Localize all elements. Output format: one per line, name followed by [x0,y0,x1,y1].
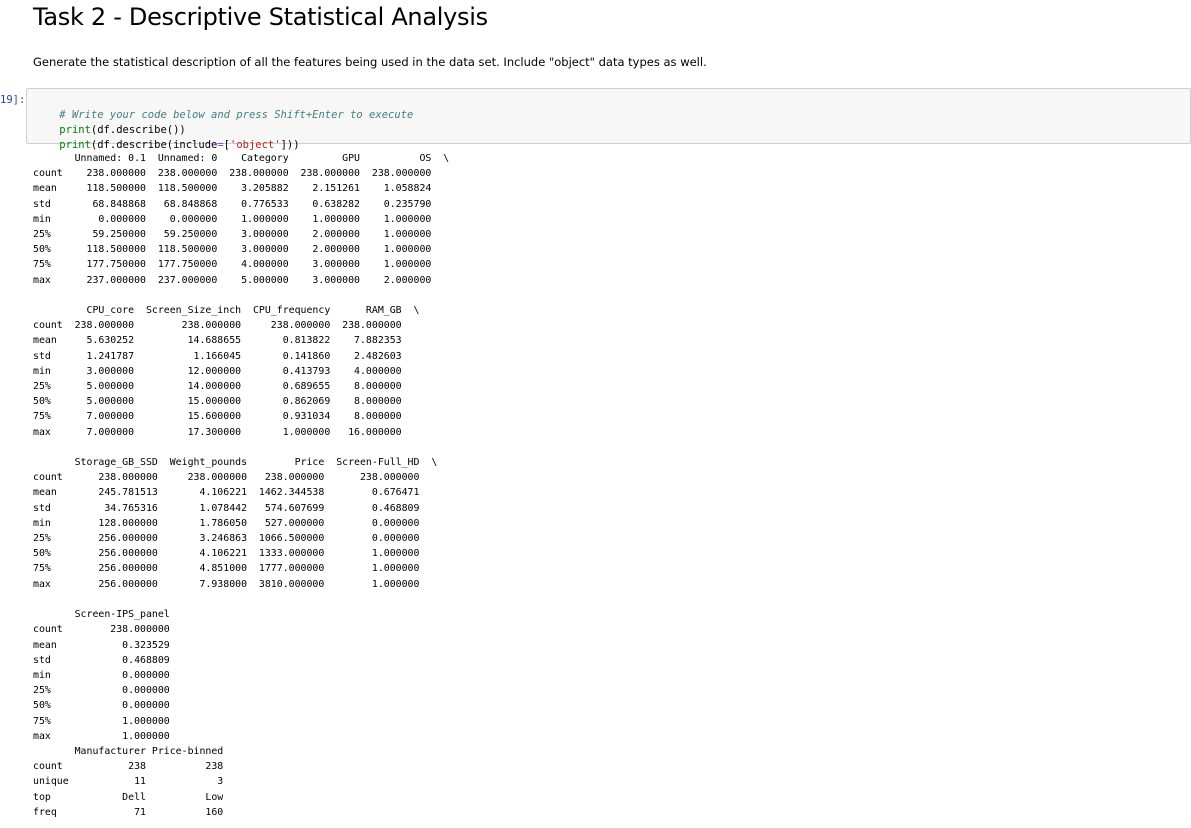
code-args: (df.describe(include [90,139,218,151]
code-line-comment: # Write your code below and press Shift+… [34,93,413,121]
markdown-heading: Task 2 - Descriptive Statistical Analysi… [33,3,488,31]
cell-output: Unnamed: 0.1 Unnamed: 0 Category GPU OS … [33,153,450,818]
code-args: ])) [280,139,300,151]
code-cell-editor[interactable]: # Write your code below and press Shift+… [26,88,1191,151]
code-string: 'object' [230,139,281,151]
markdown-instruction: Generate the statistical description of … [33,55,707,69]
code-line-describe: print(df.describe()) [34,108,185,136]
code-line-describe-object: print(df.describe(include=['object'])) [34,123,299,151]
code-print-keyword: print [59,139,91,151]
cell-prompt: 19]: [0,94,26,106]
